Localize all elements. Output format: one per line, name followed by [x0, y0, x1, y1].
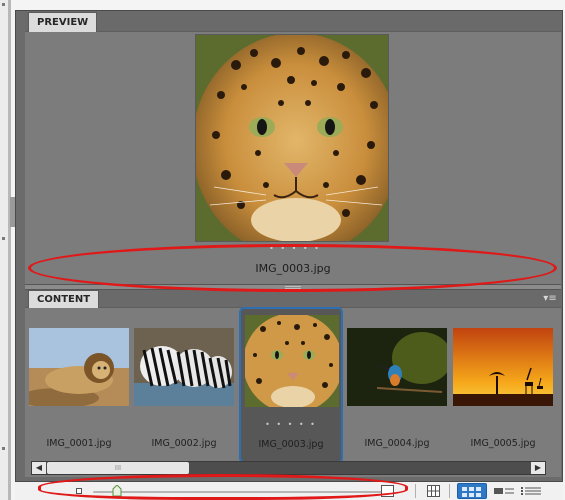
thumbnail-item[interactable]: IMG_0004.jpg — [345, 318, 449, 462]
left-edge-strip — [0, 0, 16, 500]
thumbnail-label: IMG_0003.jpg — [258, 439, 324, 450]
thumbnail-label: IMG_0005.jpg — [470, 438, 536, 449]
lion-photo — [29, 328, 129, 406]
content-tabbar: CONTENT ▾≡ — [25, 290, 561, 308]
thumbnail-image-lion — [29, 328, 129, 406]
left-strip-mark — [2, 447, 5, 450]
tab-content[interactable]: CONTENT — [28, 290, 100, 308]
thumbnail-rating[interactable]: • • • • • — [241, 421, 341, 429]
preview-tabbar: PREVIEW — [25, 12, 561, 32]
tab-preview[interactable]: PREVIEW — [28, 12, 98, 32]
left-strip-mark — [2, 237, 5, 240]
thumbnail-view-button[interactable] — [457, 483, 487, 499]
kingfisher-photo — [347, 328, 447, 406]
leopard-photo — [196, 35, 388, 241]
list-view-icon[interactable] — [520, 485, 542, 497]
thumbnail-item[interactable]: IMG_0002.jpg — [132, 318, 236, 462]
left-panel-divider[interactable] — [8, 0, 11, 500]
panel-menu-icon[interactable]: ▾≡ — [543, 293, 557, 305]
grid-view-icon[interactable] — [427, 485, 440, 497]
scroll-left-arrow-icon[interactable]: ◀ — [32, 462, 46, 474]
thumbnail-item[interactable]: IMG_0001.jpg — [27, 318, 131, 462]
thumbnail-view-icon — [462, 487, 481, 497]
left-strip-mark — [2, 3, 5, 6]
annotation-oval-preview-filename — [28, 244, 557, 292]
toolbar-divider — [449, 484, 450, 498]
leopard-photo-small — [245, 315, 339, 407]
preview-image-leopard — [195, 34, 389, 242]
thumbnail-image-kingfisher — [347, 328, 447, 406]
thumbnail-label: IMG_0004.jpg — [364, 438, 430, 449]
thumbnail-item[interactable]: IMG_0005.jpg — [451, 318, 555, 462]
thumbnail-label: IMG_0001.jpg — [46, 438, 112, 449]
scrollbar-thumb[interactable]: III — [47, 462, 189, 474]
details-view-icon[interactable] — [493, 485, 515, 497]
thumbnail-image-giraffe-sunset — [453, 328, 553, 406]
thumbnail-image-zebras — [134, 328, 234, 406]
content-horizontal-scrollbar[interactable]: ◀ III ▶ — [31, 461, 546, 475]
thumbnail-label: IMG_0002.jpg — [151, 438, 217, 449]
zebra-photo — [134, 328, 234, 406]
giraffe-sunset-photo — [453, 328, 553, 406]
scroll-right-arrow-icon[interactable]: ▶ — [531, 462, 545, 474]
thumbnail-image-leopard — [245, 315, 339, 407]
thumbnail-item-selected[interactable]: • • • • • IMG_0003.jpg — [239, 307, 343, 463]
content-panel: CONTENT ▾≡ IMG_0001.jpg IMG_0002.jpg • •… — [25, 290, 561, 477]
annotation-oval-zoom-slider — [38, 474, 408, 500]
toolbar-divider — [415, 484, 416, 498]
